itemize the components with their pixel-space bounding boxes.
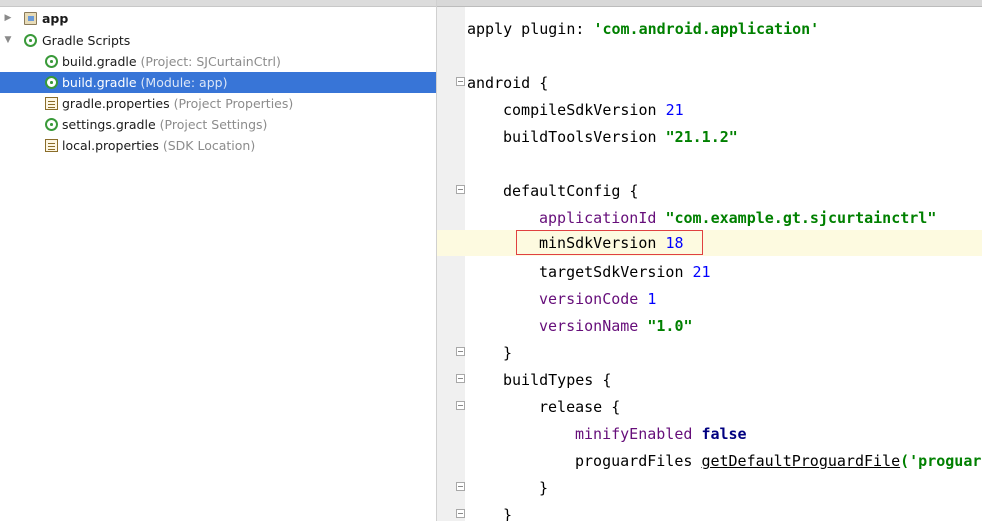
code-number: 21 <box>665 101 684 119</box>
code-line[interactable]: versionName "1.0" <box>539 313 693 340</box>
code-editor[interactable]: apply plugin: 'com.android.application' … <box>437 0 982 521</box>
tree-item-hint: (SDK Location) <box>162 138 256 153</box>
project-panel: ▶ app ▼ Gradle Scripts build.gradle (Pro… <box>0 0 437 521</box>
fold-marker-icon[interactable] <box>456 509 465 518</box>
gradle-icon <box>45 118 58 131</box>
tree-item-gradle-scripts[interactable]: ▼ Gradle Scripts <box>0 30 436 51</box>
fold-marker-icon[interactable] <box>456 347 465 356</box>
code-property: applicationId <box>539 209 666 227</box>
tree-item-hint: (Project Settings) <box>159 117 268 132</box>
tree-item-hint: (Module: app) <box>140 75 228 90</box>
code-line[interactable]: targetSdkVersion 21 <box>539 259 711 286</box>
tree-item-hint: (Project Properties) <box>173 96 294 111</box>
gradle-icon <box>45 76 58 89</box>
code-property: minifyEnabled <box>575 425 702 443</box>
code-text: apply plugin: <box>467 20 594 38</box>
code-line[interactable]: apply plugin: 'com.android.application' <box>467 16 819 43</box>
code-line[interactable]: defaultConfig { <box>503 178 638 205</box>
code-line[interactable]: buildToolsVersion "21.1.2" <box>503 124 738 151</box>
code-text: release { <box>539 398 621 416</box>
tree-item-app[interactable]: ▶ app <box>0 8 436 29</box>
fold-marker-icon[interactable] <box>456 374 465 383</box>
tree-item-build-gradle-project[interactable]: build.gradle (Project: SJCurtainCtrl) <box>0 51 436 72</box>
project-panel-header <box>0 0 436 7</box>
tree-item-settings-gradle[interactable]: settings.gradle (Project Settings) <box>0 114 436 135</box>
code-keyword: false <box>701 425 747 443</box>
code-line[interactable]: android { <box>467 70 548 97</box>
code-number: 1 <box>647 290 657 308</box>
fold-marker-icon[interactable] <box>456 185 465 194</box>
code-text: } <box>539 479 549 497</box>
code-line[interactable]: } <box>539 475 548 502</box>
properties-file-icon <box>45 97 58 110</box>
code-function-call: getDefaultProguardFile <box>701 452 901 470</box>
tree-item-label: local.properties <box>62 138 159 153</box>
code-string: "21.1.2" <box>665 128 738 146</box>
code-string: "com.example.gt.sjcurtainctrl" <box>665 209 937 227</box>
code-line[interactable]: versionCode 1 <box>539 286 656 313</box>
fold-marker-icon[interactable] <box>456 482 465 491</box>
code-text: } <box>503 344 513 362</box>
tree-item-label: gradle.properties <box>62 96 170 111</box>
fold-marker-icon[interactable] <box>456 401 465 410</box>
code-line[interactable]: buildTypes { <box>503 367 611 394</box>
code-string: ('proguard-android.txt'), 'proguard-rule… <box>900 452 982 470</box>
fold-marker-icon[interactable] <box>456 77 465 86</box>
code-text: buildToolsVersion <box>503 128 666 146</box>
code-line[interactable]: proguardFiles getDefaultProguardFile('pr… <box>575 448 982 475</box>
code-text: defaultConfig { <box>503 182 639 200</box>
tree-item-gradle-properties[interactable]: gradle.properties (Project Properties) <box>0 93 436 114</box>
tree-item-label: Gradle Scripts <box>42 33 131 48</box>
code-line[interactable]: minifyEnabled false <box>575 421 747 448</box>
tree-item-build-gradle-module[interactable]: build.gradle (Module: app) <box>0 72 436 93</box>
code-line[interactable]: compileSdkVersion 21 <box>503 97 684 124</box>
code-text: buildTypes { <box>503 371 612 389</box>
tree-item-label: build.gradle <box>62 75 137 90</box>
tree-item-label: build.gradle <box>62 54 137 69</box>
tree-item-local-properties[interactable]: local.properties (SDK Location) <box>0 135 436 156</box>
code-property: versionName <box>539 317 648 335</box>
tree-item-hint: (Project: SJCurtainCtrl) <box>140 54 281 69</box>
annotation-highlight-box <box>516 230 703 255</box>
code-line[interactable]: } <box>503 340 512 367</box>
tree-item-label: settings.gradle <box>62 117 156 132</box>
gradle-icon <box>45 55 58 68</box>
code-property: versionCode <box>539 290 648 308</box>
collapse-arrow-icon[interactable]: ▼ <box>2 30 14 51</box>
code-text: compileSdkVersion <box>503 101 666 119</box>
code-line[interactable]: } <box>503 502 512 521</box>
code-string: "1.0" <box>647 317 693 335</box>
expand-arrow-icon[interactable]: ▶ <box>2 8 14 29</box>
folder-icon <box>24 12 37 25</box>
tree-item-label: app <box>42 11 69 26</box>
code-line[interactable]: applicationId "com.example.gt.sjcurtainc… <box>539 205 936 232</box>
properties-file-icon <box>45 139 58 152</box>
code-text: android { <box>467 74 549 92</box>
code-line[interactable]: release { <box>539 394 620 421</box>
code-string: 'com.android.application' <box>593 20 820 38</box>
code-text: proguardFiles <box>575 452 702 470</box>
editor-tab-strip[interactable] <box>437 0 982 7</box>
code-number: 21 <box>692 263 711 281</box>
gradle-icon <box>24 34 37 47</box>
code-text: } <box>503 506 513 521</box>
code-text: targetSdkVersion <box>539 263 693 281</box>
